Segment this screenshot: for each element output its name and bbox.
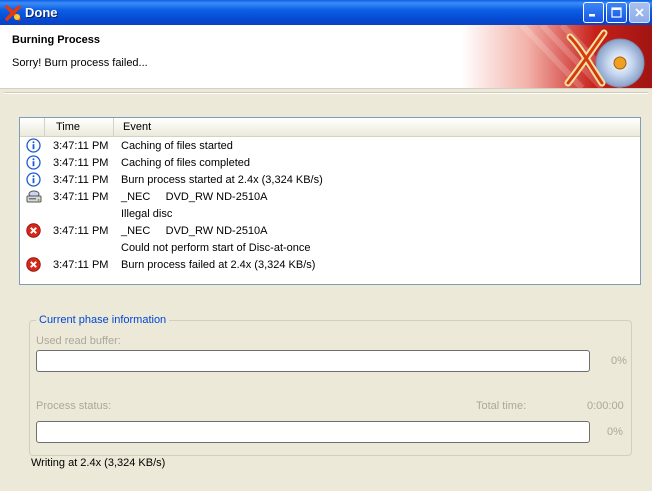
event-time: 3:47:11 PM bbox=[53, 224, 109, 237]
close-icon bbox=[635, 8, 644, 17]
event-log-list[interactable]: Time Event 3:47:11 PM Caching of files s… bbox=[19, 117, 641, 285]
nero-app-icon bbox=[5, 4, 21, 21]
dialog-header: Burning Process Sorry! Burn process fail… bbox=[0, 25, 652, 89]
icon-column-header[interactable] bbox=[20, 118, 45, 136]
process-status-label: Process status: bbox=[36, 400, 112, 412]
header-subtitle: Sorry! Burn process failed... bbox=[12, 57, 148, 69]
maximize-button[interactable] bbox=[606, 2, 627, 23]
event-text: Burn process started at 2.4x (3,324 KB/s… bbox=[121, 173, 323, 186]
list-item[interactable]: Could not perform start of Disc-at-once bbox=[20, 239, 640, 256]
buffer-label: Used read buffer: bbox=[36, 335, 121, 347]
event-text: Caching of files completed bbox=[121, 156, 251, 169]
title-bar[interactable]: Done bbox=[0, 0, 652, 25]
process-progress-bar bbox=[36, 421, 590, 443]
event-time: 3:47:11 PM bbox=[53, 139, 109, 152]
event-time: 3:47:11 PM bbox=[53, 190, 109, 203]
nero-logo bbox=[462, 25, 652, 88]
header-separator bbox=[4, 92, 648, 94]
empty-icon-slot bbox=[20, 239, 45, 256]
drive-icon bbox=[20, 188, 45, 205]
total-time-value: 0:00:00 bbox=[587, 400, 624, 412]
event-text: Caching of files started bbox=[121, 139, 233, 152]
list-item[interactable]: 3:47:11 PM Burn process started at 2.4x … bbox=[20, 171, 640, 188]
list-item[interactable]: Illegal disc bbox=[20, 205, 640, 222]
list-item[interactable]: 3:47:11 PM _NEC DVD_RW ND-2510A bbox=[20, 188, 640, 205]
event-text: _NEC DVD_RW ND-2510A bbox=[121, 190, 268, 203]
window-title: Done bbox=[25, 5, 58, 20]
list-item[interactable]: 3:47:11 PM _NEC DVD_RW ND-2510A bbox=[20, 222, 640, 239]
event-text: _NEC DVD_RW ND-2510A bbox=[121, 224, 268, 237]
event-time: 3:47:11 PM bbox=[53, 156, 109, 169]
list-item[interactable]: 3:47:11 PM Caching of files completed bbox=[20, 154, 640, 171]
group-legend: Current phase information bbox=[36, 314, 170, 326]
event-text: Burn process failed at 2.4x (3,324 KB/s) bbox=[121, 258, 316, 271]
info-icon bbox=[20, 154, 45, 171]
event-time: 3:47:11 PM bbox=[53, 258, 109, 271]
list-header: Time Event bbox=[20, 118, 640, 137]
event-text: Could not perform start of Disc-at-once bbox=[121, 241, 311, 254]
list-body: 3:47:11 PM Caching of files started 3:47… bbox=[20, 137, 640, 273]
event-time: 3:47:11 PM bbox=[53, 173, 109, 186]
process-percent: 0% bbox=[607, 426, 623, 438]
minimize-icon bbox=[589, 14, 595, 17]
header-title: Burning Process bbox=[12, 34, 101, 46]
time-column-header[interactable]: Time bbox=[45, 118, 114, 136]
buffer-progress-bar bbox=[36, 350, 590, 372]
error-icon bbox=[20, 222, 45, 239]
minimize-button[interactable] bbox=[583, 2, 604, 23]
list-item[interactable]: 3:47:11 PM Burn process failed at 2.4x (… bbox=[20, 256, 640, 273]
event-column-header[interactable]: Event bbox=[114, 118, 640, 136]
error-icon bbox=[20, 256, 45, 273]
buffer-percent: 0% bbox=[611, 355, 627, 367]
total-time-label: Total time: bbox=[476, 400, 527, 412]
event-text: Illegal disc bbox=[121, 207, 173, 220]
writing-speed-status: Writing at 2.4x (3,324 KB/s) bbox=[31, 457, 166, 469]
close-button[interactable] bbox=[629, 2, 650, 23]
info-icon bbox=[20, 171, 45, 188]
maximize-icon bbox=[611, 7, 622, 18]
list-item[interactable]: 3:47:11 PM Caching of files started bbox=[20, 137, 640, 154]
empty-icon-slot bbox=[20, 205, 45, 222]
info-icon bbox=[20, 137, 45, 154]
